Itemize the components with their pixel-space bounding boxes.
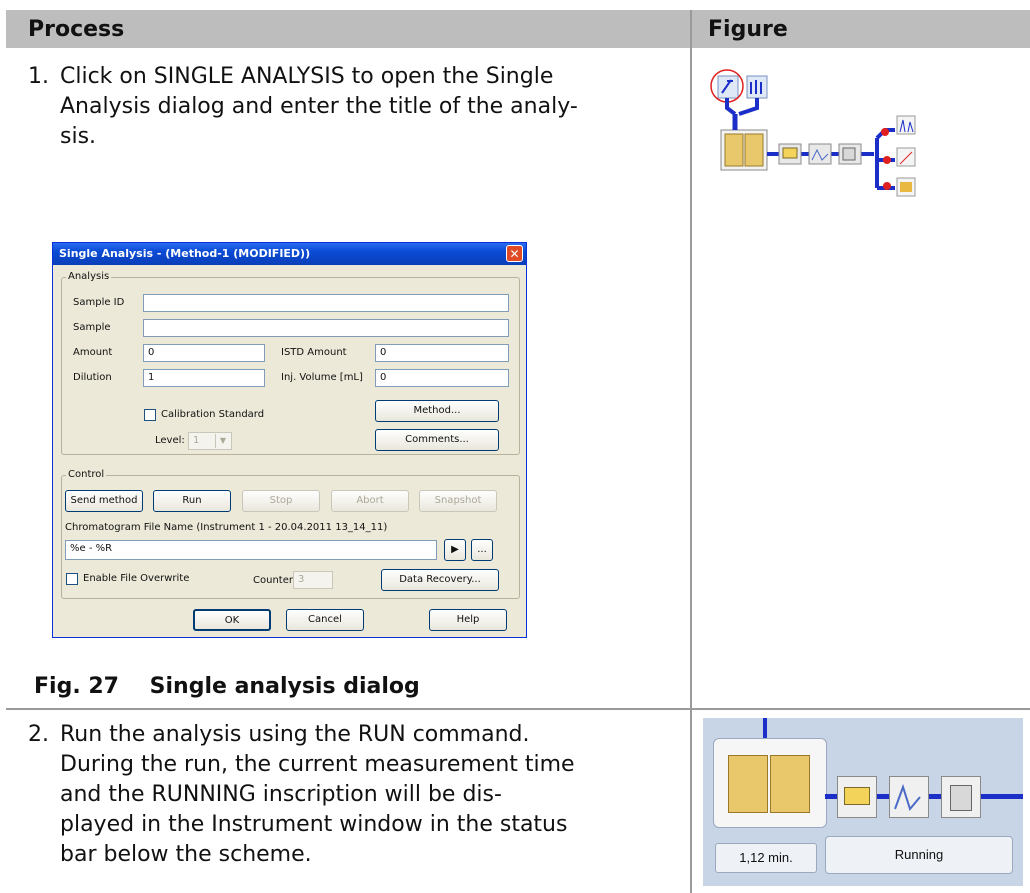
dilution-input[interactable]: 1 <box>143 369 265 387</box>
amount-input[interactable]: 0 <box>143 344 265 362</box>
run-state: Running <box>894 847 944 862</box>
node-icon <box>883 156 891 164</box>
file-name-input[interactable]: %e - %R <box>65 540 437 560</box>
run-button[interactable]: Run <box>153 490 231 512</box>
help-button[interactable]: Help <box>429 609 507 631</box>
step-line: played in the Instrument window in the s… <box>60 812 568 837</box>
abort-button[interactable]: Abort <box>331 490 409 512</box>
step-1: 1. Click on SINGLE ANALYSIS to open the … <box>28 62 688 162</box>
dilution-label: Dilution <box>73 372 112 383</box>
caption-number: Fig. 27 <box>34 674 119 699</box>
calibration-checkbox[interactable] <box>144 409 156 421</box>
step-line: Click on SINGLE ANALYSIS to open the Sin… <box>60 64 554 89</box>
cancel-button[interactable]: Cancel <box>286 609 364 631</box>
snapshot-button[interactable]: Snapshot <box>419 490 497 512</box>
sample-id-input[interactable] <box>143 294 509 312</box>
column-divider <box>690 10 692 893</box>
overwrite-checkbox[interactable] <box>66 573 78 585</box>
close-icon[interactable]: ✕ <box>506 245 523 262</box>
overwrite-label: Enable File Overwrite <box>83 573 190 584</box>
play-button[interactable]: ▶ <box>444 539 466 561</box>
step-number: 1. <box>28 64 49 89</box>
data-recovery-button[interactable]: Data Recovery... <box>381 569 499 591</box>
step-line: During the run, the current measurement … <box>60 752 575 777</box>
run-state-field: Running <box>825 836 1013 874</box>
dialog-title: Single Analysis - (Method-1 (MODIFIED)) <box>59 247 311 260</box>
node-icon <box>881 128 889 136</box>
step-line: and the RUNNING inscription will be dis- <box>60 782 502 807</box>
comments-button[interactable]: Comments... <box>375 429 499 451</box>
pipe <box>763 718 767 740</box>
report-icon <box>941 776 981 818</box>
file-name-label: Chromatogram File Name (Instrument 1 - 2… <box>65 522 388 533</box>
inj-volume-label: Inj. Volume [mL] <box>281 372 363 383</box>
instrument-scheme-figure <box>710 69 916 197</box>
header-process: Process <box>28 17 125 42</box>
elapsed-time: 1,12 min. <box>739 850 793 865</box>
step-line: bar below the scheme. <box>60 842 312 867</box>
level-select[interactable]: 1 ▼ <box>188 432 232 450</box>
analysis-group-label: Analysis <box>66 271 112 282</box>
row-divider <box>6 708 1030 710</box>
istd-amount-input[interactable]: 0 <box>375 344 509 362</box>
table-header: Process Figure <box>6 10 1030 48</box>
monitor-icon <box>837 776 877 818</box>
browse-button[interactable]: ... <box>471 539 493 561</box>
send-method-button[interactable]: Send method <box>65 490 143 512</box>
inj-volume-input[interactable]: 0 <box>375 369 509 387</box>
node-icon <box>883 182 891 190</box>
dialog-titlebar[interactable]: Single Analysis - (Method-1 (MODIFIED)) … <box>53 243 526 265</box>
sample-label: Sample <box>73 322 111 333</box>
chevron-down-icon: ▼ <box>215 434 230 448</box>
stop-button[interactable]: Stop <box>242 490 320 512</box>
calibration-label: Calibration Standard <box>161 409 265 420</box>
step-number: 2. <box>28 722 49 747</box>
step-line: Analysis dialog and enter the title of t… <box>60 94 578 119</box>
single-analysis-dialog: Single Analysis - (Method-1 (MODIFIED)) … <box>52 242 527 638</box>
counter-input[interactable]: 3 <box>293 571 333 589</box>
ok-button[interactable]: OK <box>193 609 271 631</box>
play-icon: ▶ <box>451 544 459 555</box>
calibration-curve-icon <box>896 147 916 167</box>
instrument-box <box>713 738 827 828</box>
sample-id-label: Sample ID <box>73 297 125 308</box>
integration-icon <box>889 776 929 818</box>
step-2: 2. Run the analysis using the RUN comman… <box>28 720 688 890</box>
figure-caption: Fig. 27 Single analysis dialog <box>34 674 420 699</box>
running-status-figure: 1,12 min. Running <box>703 718 1023 886</box>
method-button[interactable]: Method... <box>375 400 499 422</box>
sample-input[interactable] <box>143 319 509 337</box>
process-table: Process Figure 1. Click on SINGLE ANALYS… <box>6 0 1030 893</box>
istd-amount-label: ISTD Amount <box>281 347 347 358</box>
counter-label: Counter <box>253 575 293 586</box>
step-line: Run the analysis using the RUN command. <box>60 722 530 747</box>
caption-text: Single analysis dialog <box>149 674 420 699</box>
header-figure: Figure <box>708 17 788 42</box>
level-value: 1 <box>193 435 200 446</box>
single-analysis-icon <box>717 75 739 99</box>
level-label: Level: <box>155 435 185 446</box>
amount-label: Amount <box>73 347 113 358</box>
control-group-label: Control <box>66 469 107 480</box>
elapsed-time-field: 1,12 min. <box>715 843 817 873</box>
step-line: sis. <box>60 124 97 149</box>
